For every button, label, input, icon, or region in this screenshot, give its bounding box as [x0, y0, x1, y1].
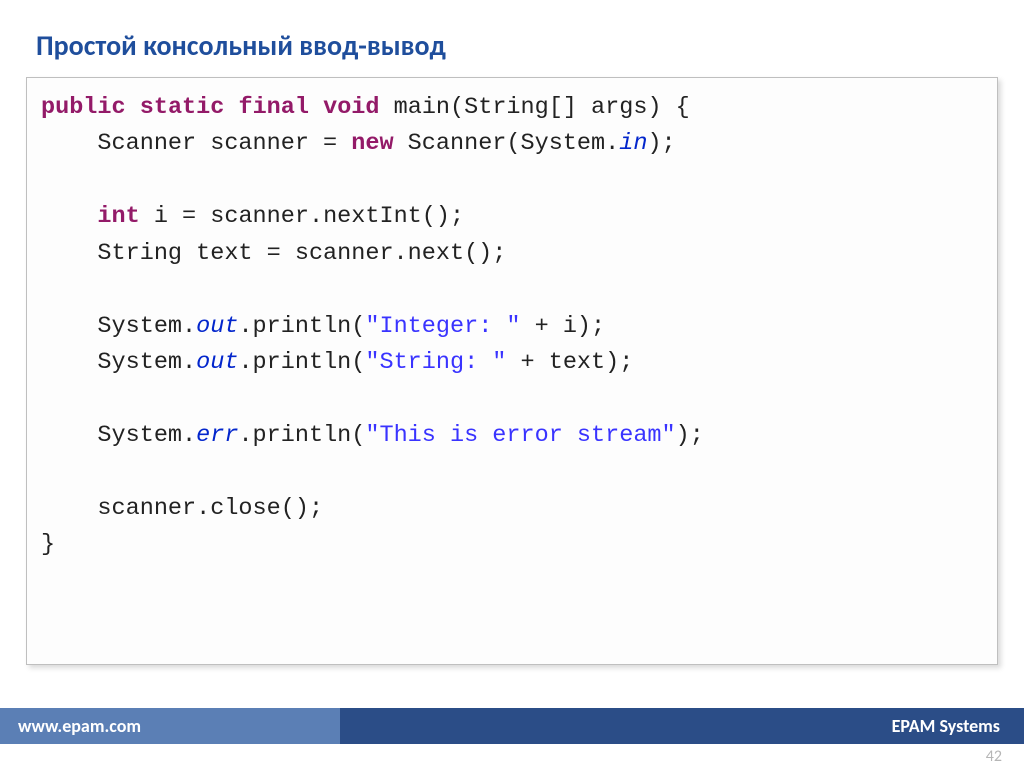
kw-int: int — [97, 203, 139, 230]
kw-new: new — [351, 130, 393, 157]
field-out: out — [196, 313, 238, 340]
str-integer: "Integer: " — [365, 313, 520, 340]
code-text: } — [41, 531, 55, 558]
footer-company: EPAM Systems — [340, 708, 1024, 744]
code-text: .println( — [238, 422, 365, 449]
code-text: System. — [41, 349, 196, 376]
code-block: public static final void main(String[] a… — [41, 90, 983, 563]
code-text: + text); — [506, 349, 633, 376]
kw-void: void — [323, 94, 379, 121]
code-text: Scanner(System. — [394, 130, 620, 157]
field-in: in — [619, 130, 647, 157]
field-err: err — [196, 422, 238, 449]
kw-static: static — [140, 94, 225, 121]
code-text: scanner.close(); — [41, 495, 323, 522]
code-text: String text = scanner.next(); — [41, 240, 506, 267]
str-string: "String: " — [365, 349, 506, 376]
code-text: main(String[] args) { — [380, 94, 690, 121]
code-text: .println( — [238, 349, 365, 376]
code-text: System. — [41, 422, 196, 449]
code-text: ); — [676, 422, 704, 449]
code-text: System. — [41, 313, 196, 340]
code-text: ); — [647, 130, 675, 157]
footer-bar: www.epam.com EPAM Systems — [0, 708, 1024, 744]
kw-public: public — [41, 94, 126, 121]
code-text: + i); — [521, 313, 606, 340]
page-number: 42 — [986, 747, 1002, 766]
code-text: Scanner scanner = — [41, 130, 351, 157]
footer-url: www.epam.com — [0, 708, 340, 744]
code-text — [41, 203, 97, 230]
str-error: "This is error stream" — [365, 422, 675, 449]
kw-final: final — [238, 94, 309, 121]
code-text: .println( — [238, 313, 365, 340]
field-out: out — [196, 349, 238, 376]
slide-title: Простой консольный ввод-вывод — [0, 0, 1024, 77]
code-box: public static final void main(String[] a… — [26, 77, 998, 665]
code-text: i = scanner.nextInt(); — [140, 203, 464, 230]
